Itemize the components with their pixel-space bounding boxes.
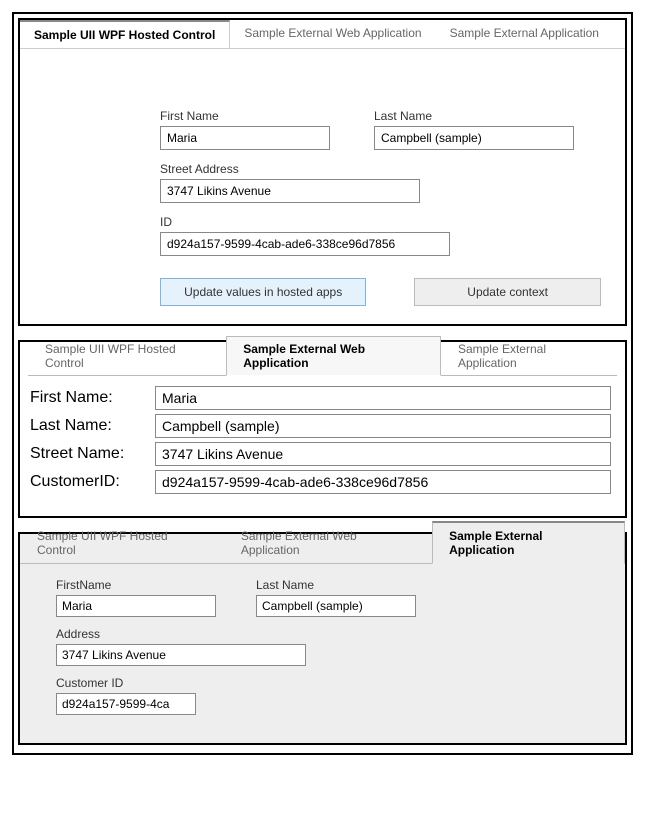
last-name-input[interactable] [155, 414, 611, 438]
tab-wpf-hosted-control[interactable]: Sample UII WPF Hosted Control [28, 336, 226, 376]
last-name-input[interactable] [256, 595, 416, 617]
panel-wpf-hosted-control: Sample UII WPF Hosted Control Sample Ext… [18, 18, 627, 326]
tab-external-web-application[interactable]: Sample External Web Application [226, 336, 441, 376]
street-address-label: Street Address [160, 162, 420, 176]
tab-external-web-application[interactable]: Sample External Web Application [230, 20, 435, 48]
address-label: Address [56, 627, 306, 641]
street-name-input[interactable] [155, 442, 611, 466]
first-name-label: FirstName [56, 578, 216, 592]
first-name-input[interactable] [56, 595, 216, 617]
id-input[interactable] [160, 232, 450, 256]
panel-external-web-application: Sample UII WPF Hosted Control Sample Ext… [18, 340, 627, 518]
last-name-label: Last Name: [30, 417, 155, 435]
panel2-tabstrip: Sample UII WPF Hosted Control Sample Ext… [28, 348, 617, 376]
customerid-input[interactable] [155, 470, 611, 494]
tab-wpf-hosted-control[interactable]: Sample UII WPF Hosted Control [20, 20, 230, 48]
tab-external-application[interactable]: Sample External Application [436, 20, 613, 48]
id-label: ID [160, 215, 450, 229]
first-name-label: First Name: [30, 389, 155, 407]
first-name-label: First Name [160, 109, 330, 123]
panel1-tabstrip: Sample UII WPF Hosted Control Sample Ext… [20, 20, 625, 49]
customer-id-label: Customer ID [56, 676, 196, 690]
last-name-label: Last Name [374, 109, 574, 123]
panel1-body: First Name Last Name Street Address ID [20, 49, 625, 324]
tab-external-web-application[interactable]: Sample External Web Application [224, 522, 432, 564]
update-values-button[interactable]: Update values in hosted apps [160, 278, 366, 306]
first-name-input[interactable] [160, 126, 330, 150]
panel3-tabstrip: Sample UII WPF Hosted Control Sample Ext… [20, 534, 625, 564]
customerid-label: CustomerID: [30, 473, 155, 491]
street-address-input[interactable] [160, 179, 420, 203]
update-context-button[interactable]: Update context [414, 278, 601, 306]
panel2-body: First Name: Last Name: Street Name: Cust… [28, 376, 617, 494]
first-name-input[interactable] [155, 386, 611, 410]
tab-external-application[interactable]: Sample External Application [432, 521, 625, 564]
address-input[interactable] [56, 644, 306, 666]
outer-frame: Sample UII WPF Hosted Control Sample Ext… [12, 12, 633, 755]
tab-external-application[interactable]: Sample External Application [441, 336, 617, 376]
tab-wpf-hosted-control[interactable]: Sample UII WPF Hosted Control [20, 522, 224, 564]
last-name-label: Last Name [256, 578, 416, 592]
panel-external-application: Sample UII WPF Hosted Control Sample Ext… [18, 532, 627, 745]
last-name-input[interactable] [374, 126, 574, 150]
customer-id-input[interactable] [56, 693, 196, 715]
street-name-label: Street Name: [30, 445, 155, 463]
panel3-body: FirstName Last Name Address Customer ID [20, 564, 625, 743]
